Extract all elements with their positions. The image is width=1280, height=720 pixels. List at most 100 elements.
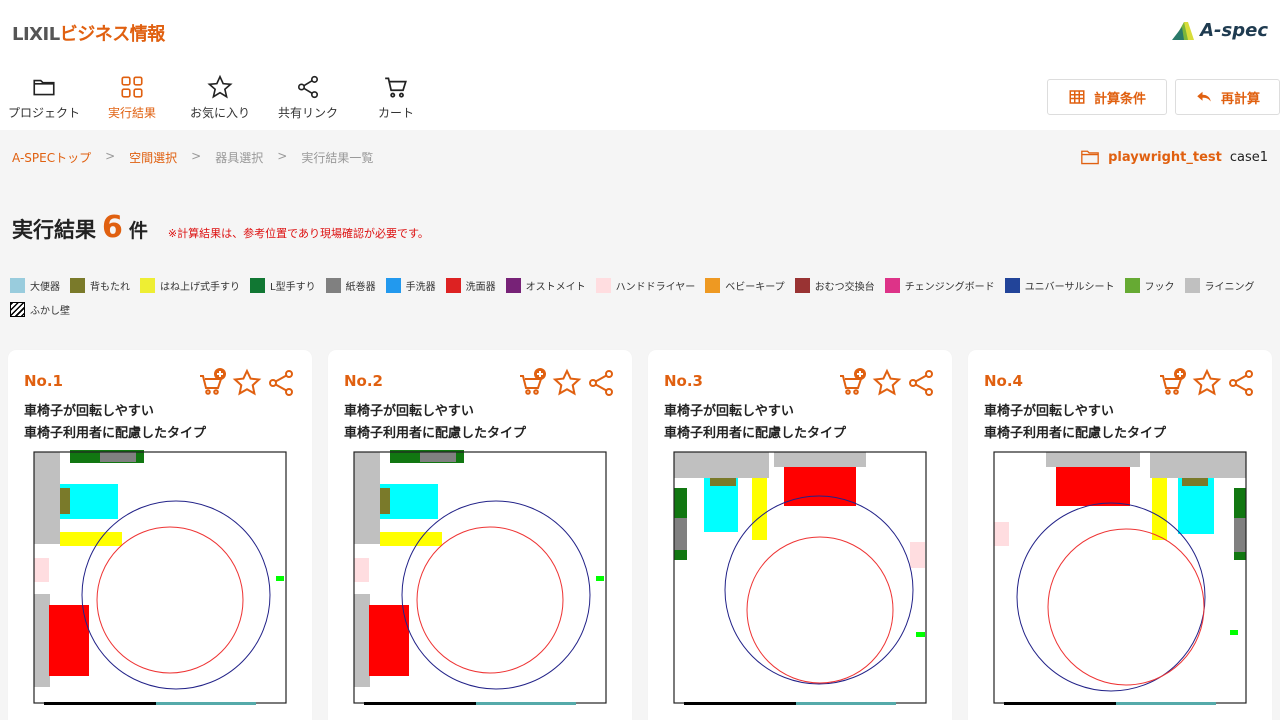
fixture-block	[380, 532, 442, 546]
add-to-cart-icon[interactable]	[1158, 368, 1188, 398]
legend-item: L型手すり	[250, 277, 316, 293]
card-actions	[518, 368, 616, 398]
breadcrumb-aspec-top[interactable]: A-SPECトップ	[12, 149, 91, 166]
fixture-block	[910, 542, 925, 568]
favorite-star-icon[interactable]	[1192, 368, 1222, 398]
legend-item: 洗面器	[445, 277, 496, 293]
card-number: No.4	[984, 372, 1023, 390]
breadcrumb: A-SPECトップ > 空間選択 > 器具選択 > 実行結果一覧	[12, 149, 373, 166]
legend-label: 大便器	[30, 281, 60, 293]
fixture-block	[49, 605, 89, 676]
favorite-star-icon[interactable]	[872, 368, 902, 398]
fixture-block	[1234, 518, 1246, 552]
nav-favorites[interactable]: お気に入り	[176, 74, 264, 126]
legend-label: 手洗器	[405, 281, 436, 293]
breadcrumb-space-select[interactable]: 空間選択	[129, 149, 177, 166]
brand-prefix: LIXIL	[12, 24, 60, 45]
fixture-block	[354, 558, 369, 582]
lixil-brand-logo[interactable]: LIXILビジネス情報	[12, 20, 165, 46]
floor-plan	[673, 451, 927, 705]
card-description-line2: 車椅子利用者に配慮したタイプ	[664, 426, 847, 441]
door-opening	[156, 702, 256, 705]
fixture-block	[916, 632, 925, 637]
legend-swatch	[250, 277, 265, 293]
fixture-block	[710, 478, 736, 486]
fixture-block	[596, 576, 604, 581]
fixture-block	[354, 452, 380, 544]
brand-suffix: ビジネス情報	[59, 24, 166, 45]
header: LIXILビジネス情報 A-spec プロジェクト 実行結果 お気に入り 共有リ…	[0, 0, 1280, 130]
star-icon	[207, 74, 233, 99]
fixture-block	[354, 594, 370, 687]
legend-swatch	[1184, 277, 1200, 293]
table-icon	[1069, 90, 1085, 104]
nav-results[interactable]: 実行結果	[88, 74, 176, 126]
turning-circle	[416, 526, 564, 674]
turning-circle	[401, 500, 591, 690]
share-icon[interactable]	[1226, 368, 1256, 398]
fixture-block	[1182, 478, 1208, 486]
legend-label: はね上げ式手すり	[160, 281, 240, 293]
cart-icon	[385, 77, 407, 98]
breadcrumb-results-list: 実行結果一覧	[301, 151, 374, 165]
legend-item: フック	[1124, 277, 1175, 293]
results-title: 実行結果	[12, 218, 96, 242]
legend-swatch	[385, 277, 401, 293]
calc-conditions-label: 計算条件	[1093, 91, 1146, 107]
fixture-block	[60, 488, 70, 514]
nav-share-links[interactable]: 共有リンク	[264, 74, 352, 126]
card-description-line1: 車椅子が回転しやすい	[24, 404, 154, 419]
legend-item: おむつ交換台	[794, 277, 875, 293]
calc-conditions-button[interactable]: 計算条件	[1047, 79, 1167, 115]
nav-cart[interactable]: カート	[352, 74, 440, 126]
legend-item: ベビーキープ	[705, 277, 785, 293]
result-cards: No.1 車椅子が回転しやすい 車椅子利用者に配慮したタイプ No.2 車椅子が回転しや…	[8, 350, 1272, 720]
legend-item: チェンジングボード	[884, 277, 995, 293]
result-card[interactable]: No.2 車椅子が回転しやすい 車椅子利用者に配慮したタイプ	[328, 350, 632, 720]
legend-item: 手洗器	[385, 277, 436, 293]
card-actions	[1158, 368, 1256, 398]
legend-label: 洗面器	[465, 281, 496, 293]
add-to-cart-icon[interactable]	[198, 368, 228, 398]
add-to-cart-icon[interactable]	[838, 368, 868, 398]
share-icon[interactable]	[906, 368, 936, 398]
recalculate-button[interactable]: 再計算	[1175, 79, 1280, 115]
current-project[interactable]: playwright_test case1	[1080, 148, 1268, 166]
result-card[interactable]: No.4 車椅子が回転しやすい 車椅子利用者に配慮したタイプ	[968, 350, 1272, 720]
favorite-star-icon[interactable]	[552, 368, 582, 398]
aspec-logo[interactable]: A-spec	[1172, 20, 1268, 41]
fixture-block	[276, 576, 284, 581]
legend-swatch	[595, 277, 611, 293]
turning-circle	[96, 526, 244, 674]
folder-icon	[33, 79, 55, 96]
legend-swatch	[445, 277, 461, 293]
add-to-cart-icon[interactable]	[518, 368, 548, 398]
result-card[interactable]: No.1 車椅子が回転しやすい 車椅子利用者に配慮したタイプ	[8, 350, 312, 720]
breadcrumb-separator: >	[191, 149, 202, 163]
aspec-logo-text: A-spec	[1200, 20, 1268, 41]
legend-swatch	[1124, 277, 1140, 293]
fixture-block	[420, 452, 456, 462]
legend-label: 背もたれ	[90, 281, 130, 293]
turning-circle	[1047, 528, 1205, 686]
legend-item: ライニング	[1184, 277, 1255, 293]
legend-swatch	[140, 277, 155, 293]
breadcrumb-separator: >	[277, 149, 288, 163]
card-actions	[198, 368, 296, 398]
door-opening	[796, 702, 896, 705]
favorite-star-icon[interactable]	[232, 368, 262, 398]
aspec-logo-icon	[1172, 21, 1195, 40]
fixture-block	[774, 452, 866, 467]
fixture-block	[1046, 452, 1140, 467]
fixture-block	[1178, 478, 1214, 534]
share-icon[interactable]	[266, 368, 296, 398]
legend-swatch	[1004, 277, 1020, 293]
turning-circle	[81, 500, 271, 690]
legend-label: L型手すり	[270, 281, 316, 293]
fixture-block	[674, 452, 769, 478]
nav-project[interactable]: プロジェクト	[0, 74, 88, 126]
share-icon[interactable]	[586, 368, 616, 398]
legend-swatch	[705, 277, 721, 293]
grid-icon	[121, 76, 143, 98]
result-card[interactable]: No.3 車椅子が回転しやすい 車椅子利用者に配慮したタイプ	[648, 350, 952, 720]
